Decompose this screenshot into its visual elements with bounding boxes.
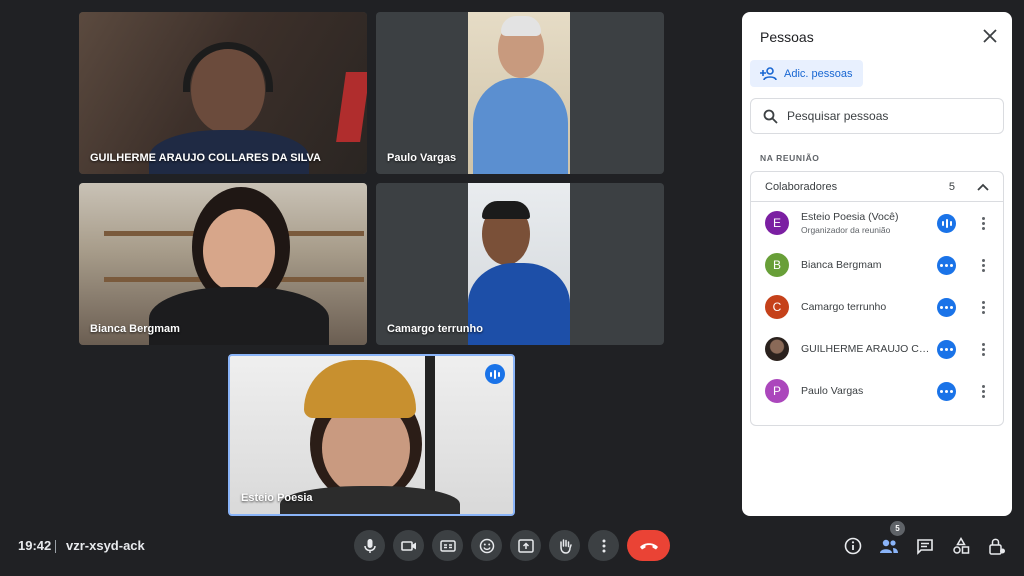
participant-row: P Paulo Vargas bbox=[751, 370, 1003, 412]
video-feed bbox=[79, 12, 367, 174]
participant-name: Esteio Poesia bbox=[241, 492, 313, 504]
add-people-button[interactable]: Adic. pessoas bbox=[750, 60, 864, 87]
muted-dots-icon[interactable] bbox=[937, 339, 956, 359]
raise-hand-icon bbox=[559, 538, 572, 554]
mic-icon bbox=[363, 538, 376, 553]
host-controls-icon bbox=[989, 538, 1005, 555]
avatar-photo bbox=[765, 337, 789, 361]
chat-button[interactable] bbox=[914, 535, 936, 557]
video-tile-camargo: Camargo terrunho bbox=[376, 183, 664, 345]
avatar: B bbox=[765, 253, 789, 277]
avatar: C bbox=[765, 295, 789, 319]
participant-name: Paulo Vargas bbox=[387, 152, 457, 164]
add-people-label: Adic. pessoas bbox=[784, 67, 853, 80]
meeting-info-button[interactable] bbox=[842, 535, 864, 557]
video-feed bbox=[230, 356, 513, 514]
camera-button[interactable] bbox=[393, 530, 424, 561]
video-tile-paulo: Paulo Vargas bbox=[376, 12, 664, 174]
present-icon bbox=[517, 538, 534, 553]
participant-name: GUILHERME ARAUJO COLLARES DA SILVA bbox=[90, 152, 322, 164]
captions-button[interactable] bbox=[432, 530, 463, 561]
more-options-button[interactable] bbox=[975, 213, 991, 233]
end-call-icon bbox=[639, 542, 658, 549]
camera-icon bbox=[400, 540, 416, 551]
muted-dots-icon[interactable] bbox=[937, 381, 956, 401]
captions-icon bbox=[439, 539, 456, 552]
group-header-collaborators[interactable]: Colaboradores 5 bbox=[751, 172, 1003, 202]
muted-dots-icon[interactable] bbox=[937, 297, 956, 317]
chat-icon bbox=[917, 538, 933, 555]
panel-title: Pessoas bbox=[760, 29, 814, 45]
video-tile-bianca: Bianca Bergmam bbox=[79, 183, 367, 345]
participant-name: Bianca Bergmam bbox=[801, 259, 882, 271]
search-icon bbox=[763, 109, 778, 124]
video-feed bbox=[79, 183, 367, 345]
participant-name: Bianca Bergmam bbox=[90, 323, 180, 335]
close-panel-button[interactable] bbox=[978, 24, 1002, 48]
activities-button[interactable] bbox=[950, 535, 972, 557]
emoji-icon bbox=[479, 538, 494, 553]
participant-row: B Bianca Bergmam bbox=[751, 244, 1003, 286]
more-options-icon bbox=[602, 539, 605, 552]
group-label: Colaboradores bbox=[765, 180, 838, 193]
video-tile-self: Esteio Poesia bbox=[228, 354, 515, 516]
people-panel: Pessoas Adic. pessoas NA REUNIÃO Colabor… bbox=[742, 12, 1012, 516]
more-options-button[interactable] bbox=[975, 297, 991, 317]
participant-row: GUILHERME ARAUJO CO... bbox=[751, 328, 1003, 370]
speaking-indicator-icon bbox=[485, 364, 505, 384]
participant-row: E Esteio Poesia (Você) Organizador da re… bbox=[751, 202, 1003, 244]
add-person-icon bbox=[760, 66, 777, 80]
video-feed bbox=[468, 183, 570, 345]
participant-name: Esteio Poesia (Você) bbox=[801, 211, 899, 223]
more-options-button[interactable] bbox=[975, 381, 991, 401]
section-label: NA REUNIÃO bbox=[760, 153, 820, 163]
people-icon bbox=[880, 539, 898, 553]
close-icon bbox=[983, 29, 997, 43]
participant-name: Camargo terrunho bbox=[387, 323, 483, 335]
search-input[interactable] bbox=[787, 109, 987, 123]
search-people[interactable] bbox=[750, 98, 1004, 134]
people-button[interactable] bbox=[878, 535, 900, 557]
more-options-button[interactable] bbox=[588, 530, 619, 561]
muted-dots-icon[interactable] bbox=[937, 255, 956, 275]
more-options-button[interactable] bbox=[975, 339, 991, 359]
emoji-reactions-button[interactable] bbox=[471, 530, 502, 561]
host-controls-button[interactable] bbox=[986, 535, 1008, 557]
meeting-time: 19:42 bbox=[18, 538, 52, 553]
info-icon bbox=[844, 537, 862, 555]
participant-name: GUILHERME ARAUJO CO... bbox=[801, 343, 931, 355]
participant-name: Paulo Vargas bbox=[801, 385, 864, 397]
chevron-up-icon bbox=[977, 183, 989, 191]
mic-button[interactable] bbox=[354, 530, 385, 561]
speaking-indicator-icon bbox=[937, 213, 956, 233]
people-count-badge: 5 bbox=[890, 521, 905, 536]
end-call-button[interactable] bbox=[627, 530, 670, 561]
video-feed bbox=[468, 12, 570, 174]
raise-hand-button[interactable] bbox=[549, 530, 580, 561]
divider bbox=[55, 540, 56, 553]
participants-group: Colaboradores 5 E Esteio Poesia (Você) O… bbox=[750, 171, 1004, 426]
present-screen-button[interactable] bbox=[510, 530, 541, 561]
participant-name: Camargo terrunho bbox=[801, 301, 887, 313]
video-tile-guilherme: GUILHERME ARAUJO COLLARES DA SILVA bbox=[79, 12, 367, 174]
more-options-button[interactable] bbox=[975, 255, 991, 275]
group-count: 5 bbox=[948, 180, 955, 193]
activities-icon bbox=[953, 537, 970, 554]
meeting-code: vzr-xsyd-ack bbox=[66, 538, 145, 553]
avatar: P bbox=[765, 379, 789, 403]
participant-row: C Camargo terrunho bbox=[751, 286, 1003, 328]
avatar: E bbox=[765, 211, 789, 235]
participant-role: Organizador da reunião bbox=[801, 225, 891, 235]
